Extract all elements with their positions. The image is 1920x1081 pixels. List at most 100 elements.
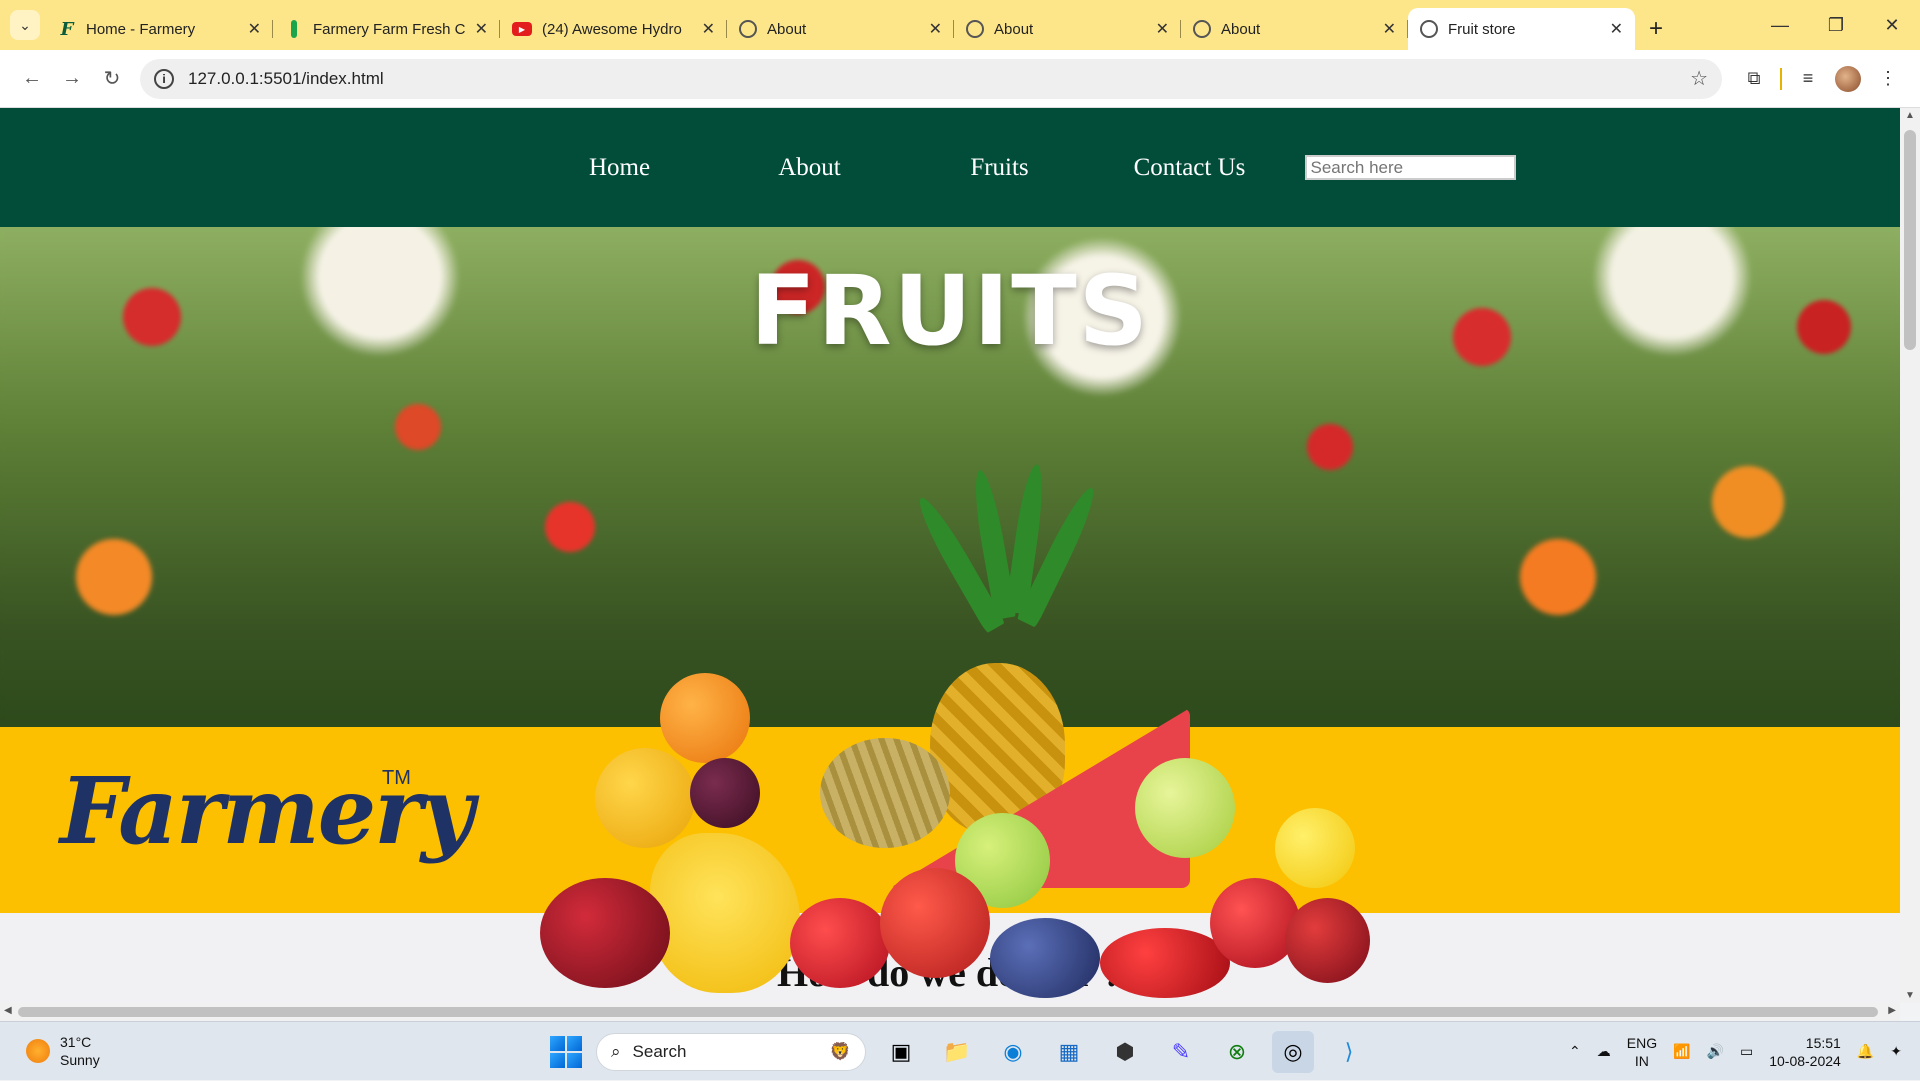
url-text[interactable]: 127.0.0.1:5501/index.html bbox=[188, 69, 1690, 89]
onedrive-icon[interactable]: ☁ bbox=[1597, 1043, 1611, 1060]
window-controls: — ❐ ✕ bbox=[1752, 0, 1920, 50]
close-icon[interactable]: ✕ bbox=[702, 19, 715, 39]
tab-farmery-farm-fresh[interactable]: Farmery Farm Fresh C ✕ bbox=[273, 8, 500, 50]
arrow-left-icon: ← bbox=[22, 67, 42, 89]
hero-title: FRUITS bbox=[750, 255, 1150, 367]
language-indicator[interactable]: ENG IN bbox=[1627, 1034, 1657, 1070]
tab-title: Fruit store bbox=[1448, 20, 1516, 38]
red-berries bbox=[1100, 928, 1230, 998]
globe-icon bbox=[739, 20, 757, 38]
copilot-icon[interactable]: ✦ bbox=[1890, 1043, 1902, 1060]
tab-strip: ⌄ F Home - Farmery ✕ Farmery Farm Fresh … bbox=[0, 0, 1920, 50]
editor-icon[interactable]: ✎ bbox=[1160, 1031, 1202, 1073]
avatar bbox=[1835, 65, 1861, 92]
close-window-icon[interactable]: ✕ bbox=[1864, 0, 1920, 50]
cherries bbox=[540, 878, 670, 988]
vscode-icon[interactable]: ⟩ bbox=[1328, 1031, 1370, 1073]
lemon bbox=[1275, 808, 1355, 888]
scrollbar-thumb[interactable] bbox=[18, 1007, 1878, 1017]
close-icon[interactable]: ✕ bbox=[1383, 19, 1396, 39]
tab-youtube[interactable]: ▶ (24) Awesome Hydro ✕ bbox=[500, 8, 727, 50]
tab-about-1[interactable]: About ✕ bbox=[727, 8, 954, 50]
clock-time: 15:51 bbox=[1805, 1034, 1841, 1051]
volume-icon[interactable]: 🔊 bbox=[1707, 1043, 1724, 1060]
horizontal-scrollbar[interactable]: ◀ ▶ bbox=[0, 1003, 1900, 1021]
weather-widget[interactable]: 31°C Sunny bbox=[26, 1033, 226, 1069]
extensions-icon[interactable]: ⧉ bbox=[1734, 59, 1774, 99]
tab-fruit-store[interactable]: Fruit store ✕ bbox=[1408, 8, 1635, 50]
chevron-down-icon: ⌄ bbox=[19, 16, 31, 33]
nav-link-home[interactable]: Home bbox=[525, 154, 715, 182]
clock[interactable]: 15:51 10-08-2024 bbox=[1769, 1034, 1841, 1070]
taskbar-search-label: Search bbox=[632, 1041, 687, 1061]
strawberries bbox=[790, 898, 890, 988]
nav-link-fruits[interactable]: Fruits bbox=[905, 154, 1095, 182]
chrome-icon[interactable]: ◎ bbox=[1272, 1030, 1314, 1073]
scroll-down-icon[interactable]: ▼ bbox=[1900, 990, 1920, 1001]
scroll-right-icon[interactable]: ▶ bbox=[1888, 1005, 1896, 1016]
taskbar-apps: ⌕ Search 🦁 ▣ 📁 ◉ ▦ ⬢ ✎ ⊗ ◎ ⟩ bbox=[550, 1022, 1370, 1081]
nav-link-contact[interactable]: Contact Us bbox=[1095, 154, 1285, 182]
reload-icon: ↻ bbox=[103, 68, 121, 90]
search-input[interactable] bbox=[1304, 155, 1516, 180]
taskbar-search[interactable]: ⌕ Search 🦁 bbox=[596, 1032, 866, 1071]
globe-icon bbox=[1193, 20, 1211, 38]
tab-home-farmery[interactable]: F Home - Farmery ✕ bbox=[46, 8, 273, 50]
globe-icon bbox=[966, 20, 984, 38]
bookmark-star-icon[interactable]: ☆ bbox=[1690, 66, 1708, 91]
close-icon[interactable]: ✕ bbox=[1610, 19, 1623, 39]
site-info-icon[interactable]: i bbox=[154, 68, 174, 89]
lemon bbox=[595, 748, 695, 848]
close-icon[interactable]: ✕ bbox=[929, 19, 942, 39]
battery-icon[interactable]: ▭ bbox=[1740, 1043, 1753, 1060]
vertical-scrollbar[interactable]: ▲ ▼ bbox=[1900, 108, 1920, 1003]
arrow-right-icon: → bbox=[62, 67, 82, 89]
orange bbox=[660, 673, 750, 763]
tab-search-button[interactable]: ⌄ bbox=[10, 10, 40, 40]
chevron-up-icon[interactable]: ⌃ bbox=[1569, 1043, 1581, 1060]
back-button[interactable]: ← bbox=[12, 59, 52, 99]
close-icon[interactable]: ✕ bbox=[475, 19, 488, 39]
reload-button[interactable]: ↻ bbox=[92, 59, 132, 99]
task-view-icon[interactable]: ▣ bbox=[880, 1031, 922, 1073]
media-controls-icon[interactable]: ≡ bbox=[1788, 59, 1828, 99]
page-viewport: Home About Fruits Contact Us FRUITS Farm… bbox=[0, 108, 1900, 1003]
menu-kebab-icon[interactable]: ⋮ bbox=[1868, 59, 1908, 99]
address-bar[interactable]: i 127.0.0.1:5501/index.html ☆ bbox=[140, 58, 1722, 99]
tab-about-3[interactable]: About ✕ bbox=[1181, 8, 1408, 50]
plum bbox=[690, 758, 760, 828]
tab-title: (24) Awesome Hydro bbox=[542, 20, 682, 38]
microsoft-store-icon[interactable]: ▦ bbox=[1048, 1031, 1090, 1073]
wifi-icon[interactable]: 📶 bbox=[1673, 1043, 1690, 1060]
app-icon[interactable]: ⬢ bbox=[1104, 1031, 1146, 1073]
minimize-icon[interactable]: — bbox=[1752, 0, 1808, 50]
search-icon: ⌕ bbox=[611, 1041, 621, 1061]
nav-link-about[interactable]: About bbox=[715, 154, 905, 182]
profile-button[interactable] bbox=[1828, 59, 1868, 99]
system-tray: ⌃ ☁ ENG IN 📶 🔊 ▭ 15:51 10-08-2024 🔔 ✦ bbox=[1569, 1022, 1902, 1081]
restore-icon[interactable]: ❐ bbox=[1808, 0, 1864, 50]
weather-temp: 31°C bbox=[60, 1034, 92, 1050]
grapes bbox=[1135, 758, 1235, 858]
site-navbar: Home About Fruits Contact Us bbox=[0, 108, 1900, 227]
tab-title: Home - Farmery bbox=[86, 20, 196, 38]
blueberries bbox=[990, 918, 1100, 998]
edge-icon[interactable]: ◉ bbox=[992, 1031, 1034, 1073]
taskbar: 31°C Sunny ⌕ Search 🦁 ▣ 📁 ◉ ▦ ⬢ ✎ ⊗ ◎ ⟩ … bbox=[0, 1021, 1920, 1080]
tab-about-2[interactable]: About ✕ bbox=[954, 8, 1181, 50]
scroll-left-icon[interactable]: ◀ bbox=[4, 1005, 12, 1016]
notification-bell-icon[interactable]: 🔔 bbox=[1857, 1043, 1874, 1060]
file-explorer-icon[interactable]: 📁 bbox=[936, 1031, 978, 1073]
language-code: ENG bbox=[1626, 1034, 1658, 1051]
new-tab-button[interactable]: + bbox=[1639, 12, 1673, 46]
clock-date: 10-08-2024 bbox=[1769, 1052, 1841, 1069]
xbox-icon[interactable]: ⊗ bbox=[1216, 1031, 1258, 1073]
tab-title: About bbox=[994, 20, 1034, 38]
close-icon[interactable]: ✕ bbox=[1156, 19, 1169, 39]
scroll-up-icon[interactable]: ▲ bbox=[1900, 110, 1920, 121]
search-highlight-icon: 🦁 bbox=[829, 1041, 851, 1061]
close-icon[interactable]: ✕ bbox=[248, 19, 261, 39]
windows-start-icon[interactable] bbox=[550, 1035, 582, 1068]
scrollbar-thumb[interactable] bbox=[1904, 130, 1916, 350]
forward-button[interactable]: → bbox=[52, 59, 92, 99]
